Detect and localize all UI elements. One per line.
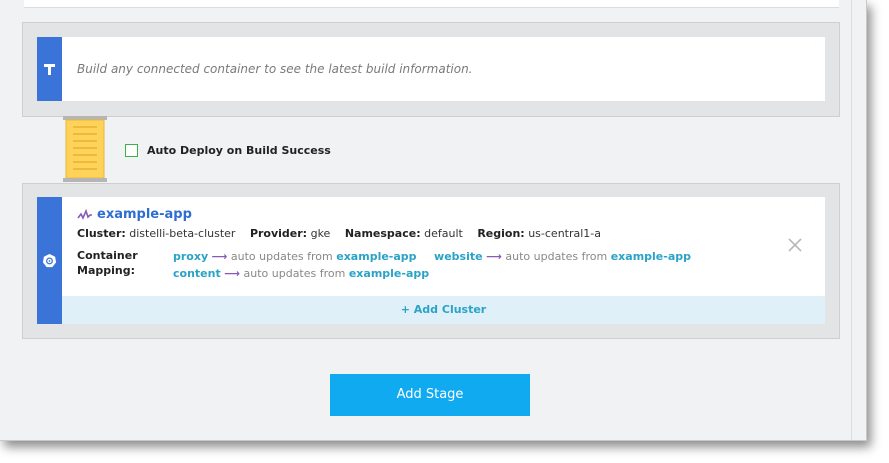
build-card: Build any connected container to see the… (37, 37, 825, 101)
mapping-target[interactable]: example-app (349, 267, 429, 280)
auto-deploy-checkbox[interactable] (125, 144, 138, 157)
container-mapping-list: proxy ⟶ auto updates from example-app we… (173, 248, 733, 282)
add-stage-button[interactable]: Add Stage (330, 374, 530, 416)
build-hammer-icon (44, 64, 55, 75)
provider-label: Provider: (249, 227, 308, 240)
add-cluster-button[interactable]: + Add Cluster (62, 296, 825, 324)
mapping-item: content ⟶ auto updates from example-app (173, 267, 429, 280)
cluster-card: example-app Cluster: distelli-beta-clust… (37, 197, 825, 324)
region-value: us-central1-a (528, 227, 602, 240)
mapping-service[interactable]: content (173, 267, 221, 280)
namespace-label: Namespace: (344, 227, 421, 240)
mapping-service[interactable]: proxy (173, 250, 208, 263)
mapping-service[interactable]: website (434, 250, 483, 263)
mapping-text: auto updates from (230, 250, 333, 263)
mapping-text: auto updates from (243, 267, 346, 280)
region-label: Region: (477, 227, 525, 240)
arrow-right-icon: ⟶ (211, 250, 228, 263)
container-mapping-label: Container Mapping: (77, 248, 138, 278)
mapping-target[interactable]: example-app (336, 250, 416, 263)
previous-panel-edge (24, 0, 839, 8)
mapping-item: website ⟶ auto updates from example-app (434, 250, 694, 263)
app-pulse-icon (77, 208, 92, 220)
cluster-stripe (37, 197, 62, 324)
mapping-label-line2: Mapping: (77, 264, 135, 277)
scrollbar[interactable] (851, 0, 861, 440)
cluster-meta: Cluster: distelli-beta-cluster Provider:… (77, 227, 612, 240)
close-icon[interactable] (787, 237, 803, 253)
cluster-label: Cluster: (77, 227, 126, 240)
cluster-value: distelli-beta-cluster (129, 227, 236, 240)
stage-connector (63, 116, 107, 182)
mapping-item: proxy ⟶ auto updates from example-app (173, 250, 420, 263)
build-stripe (37, 37, 62, 101)
arrow-right-icon: ⟶ (224, 267, 240, 280)
mapping-label-line1: Container (77, 249, 138, 262)
build-panel: Build any connected container to see the… (22, 22, 840, 117)
auto-deploy-label: Auto Deploy on Build Success (147, 144, 331, 157)
app-name-link[interactable]: example-app (77, 207, 192, 222)
build-message: Build any connected container to see the… (77, 62, 473, 76)
deploy-panel: example-app Cluster: distelli-beta-clust… (22, 183, 840, 339)
provider-value: gke (310, 227, 331, 240)
auto-deploy-option[interactable]: Auto Deploy on Build Success (125, 144, 331, 157)
kubernetes-icon (42, 253, 57, 268)
namespace-value: default (424, 227, 463, 240)
arrow-right-icon: ⟶ (486, 250, 502, 263)
mapping-target[interactable]: example-app (611, 250, 691, 263)
app-name: example-app (97, 207, 192, 222)
pipeline-window: Build any connected container to see the… (0, 0, 867, 441)
mapping-text: auto updates from (505, 250, 608, 263)
